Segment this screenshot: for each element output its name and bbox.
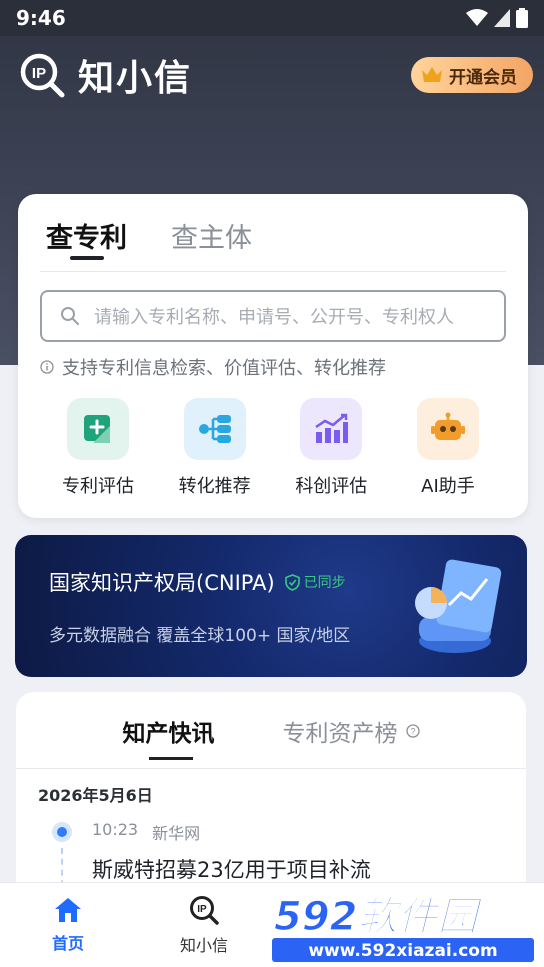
nav-assistant-label: 知小信 (179, 936, 228, 955)
svg-text:IP: IP (32, 65, 46, 82)
banner-title: 国家知识产权局(CNIPA) (49, 571, 275, 595)
search-input[interactable]: 请输入专利名称、申请号、公开号、专利权人 (40, 290, 506, 342)
news-meta: 10:23 新华网 (92, 820, 200, 844)
news-tabs: 知产快讯 专利资产榜 ? (16, 714, 526, 760)
search-card: 查专利 查主体 请输入专利名称、申请号、公开号、专利权人 支持专利信息检索、价值… (18, 194, 528, 518)
data-chart-illustration (415, 559, 502, 653)
help-icon[interactable]: ? (405, 724, 420, 738)
robot-icon (416, 398, 479, 460)
patent-eval-icon (67, 398, 129, 460)
info-icon (40, 360, 54, 374)
crown-icon (422, 67, 442, 82)
tab-ip-news[interactable]: 知产快讯 (122, 714, 215, 760)
battery-icon (516, 8, 528, 28)
feature-patent-eval[interactable]: 专利评估 (40, 398, 156, 498)
tab-patent[interactable]: 查专利 (46, 216, 127, 260)
tab-entity[interactable]: 查主体 (171, 216, 252, 258)
search-tip: 支持专利信息检索、价值评估、转化推荐 (40, 354, 386, 380)
vip-label: 开通会员 (449, 67, 517, 88)
innovation-chart-icon (300, 398, 363, 460)
status-bar: 9:46 (0, 0, 544, 36)
vip-button[interactable]: 开通会员 (411, 57, 533, 93)
nav-home-label: 首页 (51, 934, 84, 953)
transform-icon (183, 398, 246, 460)
app-title: 知小信 (78, 58, 193, 99)
news-divider (16, 768, 526, 769)
search-icon (61, 307, 79, 325)
watermark-text: 592软件园 (274, 894, 483, 940)
cnipa-banner[interactable]: 国家知识产权局(CNIPA) 已同步 多元数据融合 覆盖全球100+ 国家/地区 (15, 535, 527, 677)
home-icon (55, 898, 81, 922)
news-source: 新华网 (152, 824, 201, 843)
status-time: 9:46 (16, 6, 66, 30)
news-date: 2026年5月6日 (38, 786, 153, 805)
feature-label: AI助手 (421, 476, 475, 497)
feature-label: 科创评估 (295, 476, 368, 497)
banner-subtitle: 多元数据融合 覆盖全球100+ 国家/地区 (49, 626, 351, 646)
site-watermark: 592软件园 www.592xiazai.com (272, 893, 534, 962)
tab-divider (40, 271, 506, 272)
app-header: IP 知小信 开通会员 (18, 50, 533, 100)
news-headline: 斯威特招募23亿用于项目补流 (92, 858, 371, 882)
synced-badge: 已同步 (284, 572, 346, 592)
tab-patent-ranking[interactable]: 专利资产榜 ? (283, 714, 420, 748)
watermark-url: www.592xiazai.com (308, 941, 497, 961)
feature-label: 转化推荐 (178, 476, 251, 497)
svg-text:?: ? (410, 727, 415, 737)
search-tabs: 查专利 查主体 (46, 216, 252, 260)
timeline-dot (52, 822, 72, 842)
ip-search-logo-icon: IP (20, 53, 65, 98)
tab-ip-news-label: 知产快讯 (122, 721, 215, 747)
nav-assistant[interactable]: IP 知小信 (136, 883, 272, 967)
nav-home[interactable]: 首页 (0, 883, 136, 967)
feature-transform[interactable]: 转化推荐 (157, 398, 273, 498)
app-logo: IP 知小信 (18, 49, 192, 101)
feature-ai-assistant[interactable]: AI助手 (390, 398, 506, 498)
feature-label: 专利评估 (62, 476, 134, 497)
search-placeholder: 请输入专利名称、申请号、公开号、专利权人 (94, 307, 454, 328)
synced-label: 已同步 (303, 575, 346, 591)
status-icons (466, 8, 528, 28)
news-card: 知产快讯 专利资产榜 ? 2026年5月6日 10:23 新华网 斯威特招募23… (16, 692, 526, 912)
banner-title-row: 国家知识产权局(CNIPA) 已同步 (49, 567, 346, 597)
tab-patent-ranking-label: 专利资产榜 (282, 721, 398, 747)
tip-text: 支持专利信息检索、价值评估、转化推荐 (62, 358, 386, 379)
wifi-icon (466, 9, 488, 26)
svg-text:IP: IP (197, 904, 207, 915)
feature-grid: 专利评估 转化推荐 科创评估 AI助手 (40, 398, 506, 498)
feature-innovation[interactable]: 科创评估 (273, 398, 389, 498)
shield-check-icon (284, 573, 300, 591)
ip-search-icon: IP (190, 896, 219, 925)
signal-icon (494, 9, 510, 27)
news-time: 10:23 (92, 820, 139, 839)
